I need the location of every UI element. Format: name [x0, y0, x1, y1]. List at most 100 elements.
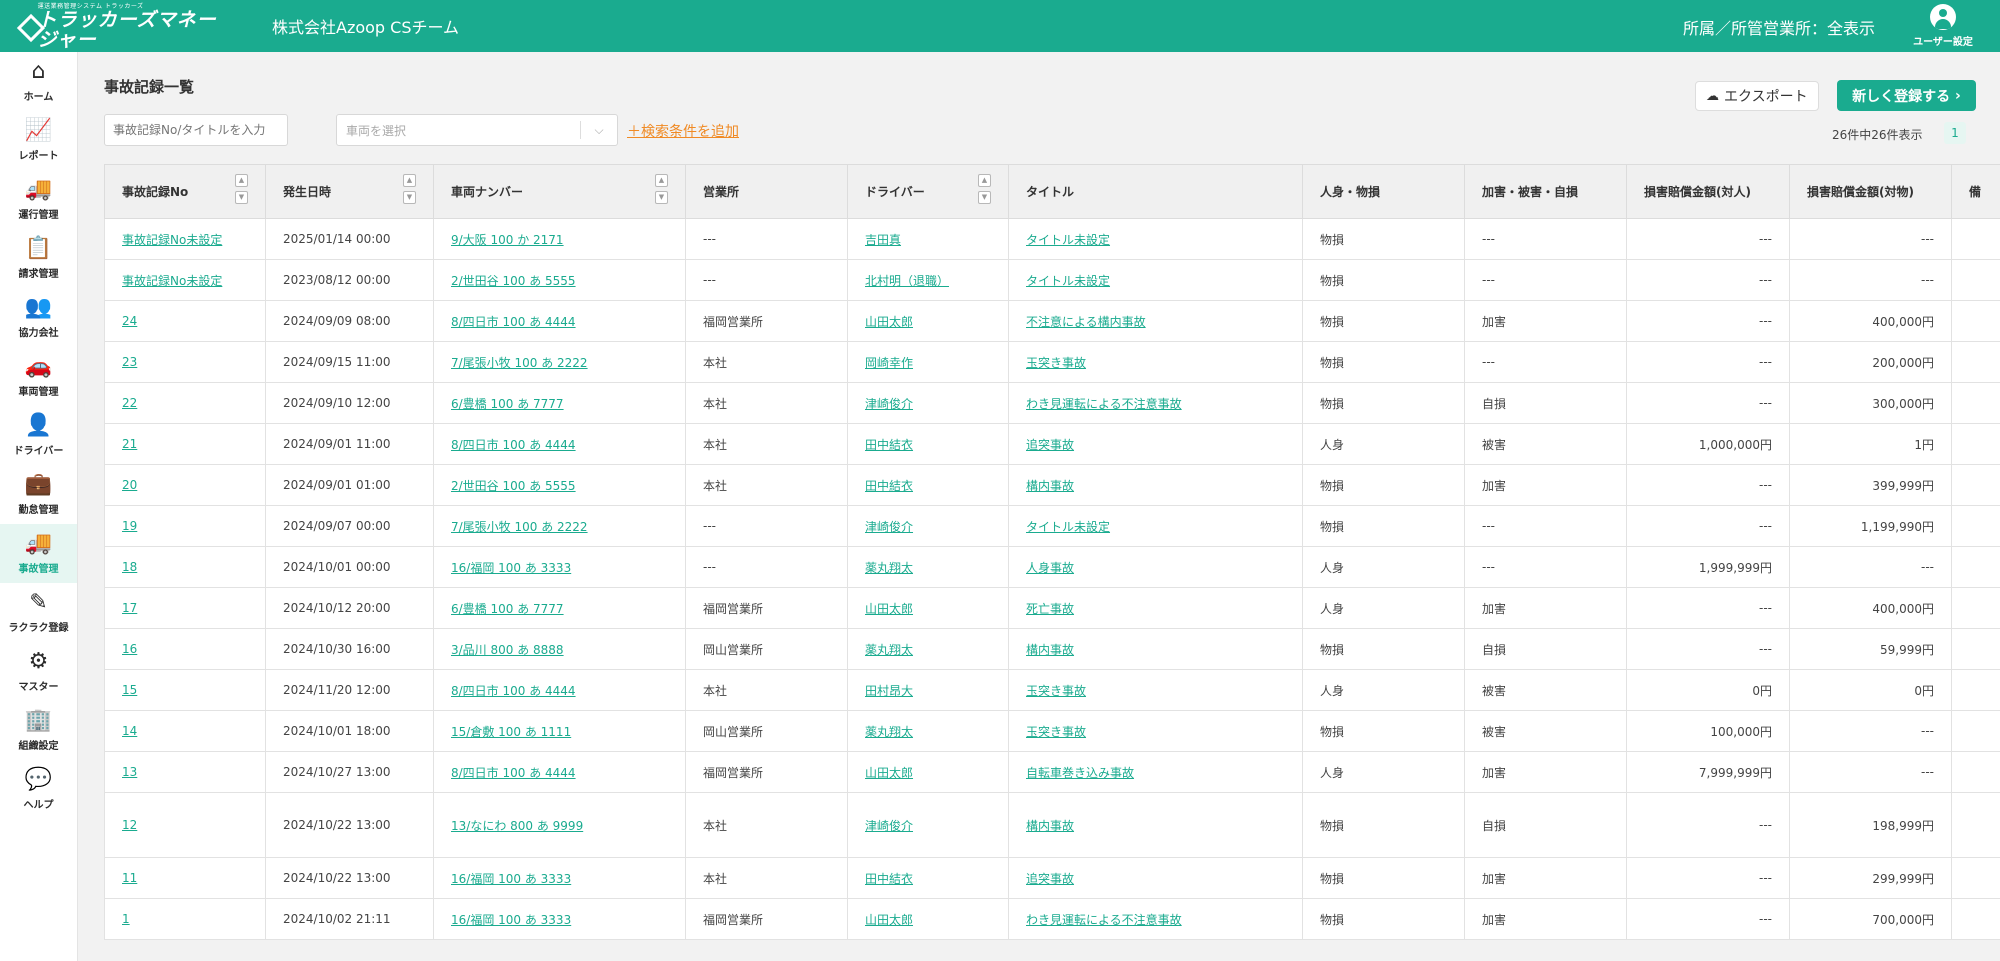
sidebar-item[interactable]: 👥 協力会社	[0, 288, 77, 347]
driver-link[interactable]: 田中結衣	[865, 479, 913, 493]
affiliation-selector[interactable]: 所属／所管営業所：全表示	[1683, 15, 1875, 39]
vehicle-number-link[interactable]: 9/大阪 100 か 2171	[451, 233, 564, 247]
sidebar-item[interactable]: 📋 請求管理	[0, 229, 77, 288]
accident-no-link[interactable]: 14	[122, 724, 137, 738]
pagination-page[interactable]: 1	[1944, 122, 1966, 144]
title-link[interactable]: 玉突き事故	[1026, 725, 1086, 739]
accident-no-link[interactable]: 24	[122, 314, 137, 328]
search-input[interactable]	[104, 114, 288, 146]
app-logo[interactable]: 運送業務管理システム トラッカーズ トラッカーズマネージャー	[18, 3, 228, 50]
title-link[interactable]: わき見運転による不注意事故	[1026, 913, 1182, 927]
table-row[interactable]: 14 2024/10/01 18:00 15/倉敷 100 あ 1111 岡山営業所 薬…	[104, 710, 2000, 752]
sidebar-item[interactable]: 📈 レポート	[0, 111, 77, 170]
table-row[interactable]: 13 2024/10/27 13:00 8/四日市 100 あ 4444 福岡営業所 山…	[104, 751, 2000, 793]
title-link[interactable]: 玉突き事故	[1026, 684, 1086, 698]
vehicle-number-link[interactable]: 8/四日市 100 あ 4444	[451, 438, 576, 452]
table-row[interactable]: 22 2024/09/10 12:00 6/豊橋 100 あ 7777 本社 津崎俊介 わ…	[104, 382, 2000, 424]
new-register-button[interactable]: 新しく登録する ›	[1837, 80, 1976, 111]
user-settings-button[interactable]: ユーザー設定	[1908, 4, 1978, 48]
sidebar-item[interactable]: 🚗 車両管理	[0, 347, 77, 406]
title-link[interactable]: 追突事故	[1026, 438, 1074, 452]
driver-link[interactable]: 吉田真	[865, 233, 901, 247]
driver-link[interactable]: 薬丸翔太	[865, 561, 913, 575]
vehicle-number-link[interactable]: 8/四日市 100 あ 4444	[451, 766, 576, 780]
driver-link[interactable]: 山田太郎	[865, 766, 913, 780]
title-link[interactable]: 玉突き事故	[1026, 356, 1086, 370]
vehicle-number-link[interactable]: 8/四日市 100 あ 4444	[451, 315, 576, 329]
title-link[interactable]: 構内事故	[1026, 643, 1074, 657]
vehicle-number-link[interactable]: 15/倉敷 100 あ 1111	[451, 725, 571, 739]
table-row[interactable]: 20 2024/09/01 01:00 2/世田谷 100 あ 5555 本社 田中結衣…	[104, 464, 2000, 506]
vehicle-number-link[interactable]: 6/豊橋 100 あ 7777	[451, 397, 564, 411]
title-link[interactable]: 不注意による構内事故	[1026, 315, 1146, 329]
sidebar-item[interactable]: ⚙ マスター	[0, 642, 77, 701]
title-link[interactable]: タイトル未設定	[1026, 520, 1110, 534]
sort-desc-icon[interactable]: ▼	[978, 191, 991, 204]
title-link[interactable]: わき見運転による不注意事故	[1026, 397, 1182, 411]
title-link[interactable]: 構内事故	[1026, 819, 1074, 833]
driver-link[interactable]: 薬丸翔太	[865, 643, 913, 657]
sidebar-item[interactable]: 💬 ヘルプ	[0, 760, 77, 819]
accident-no-link[interactable]: 16	[122, 642, 137, 656]
vehicle-number-link[interactable]: 16/福岡 100 あ 3333	[451, 872, 571, 886]
sort-desc-icon[interactable]: ▼	[655, 191, 668, 204]
driver-link[interactable]: 津崎俊介	[865, 819, 913, 833]
driver-link[interactable]: 岡崎幸作	[865, 356, 913, 370]
table-row[interactable]: 24 2024/09/09 08:00 8/四日市 100 あ 4444 福岡営業所 山…	[104, 300, 2000, 342]
table-row[interactable]: 15 2024/11/20 12:00 8/四日市 100 あ 4444 本社 田村昂大…	[104, 669, 2000, 711]
column-header[interactable]: 発生日時 ▲ ▼	[265, 164, 434, 219]
title-link[interactable]: タイトル未設定	[1026, 274, 1110, 288]
accident-no-link[interactable]: 17	[122, 601, 137, 615]
accident-no-link[interactable]: 1	[122, 912, 130, 926]
accident-no-link[interactable]: 15	[122, 683, 137, 697]
sort-asc-icon[interactable]: ▲	[235, 174, 248, 187]
table-row[interactable]: 21 2024/09/01 11:00 8/四日市 100 あ 4444 本社 田中結衣…	[104, 423, 2000, 465]
accident-no-link[interactable]: 21	[122, 437, 137, 451]
sort-asc-icon[interactable]: ▲	[655, 174, 668, 187]
column-header[interactable]: 車両ナンバー ▲ ▼	[433, 164, 686, 219]
vehicle-number-link[interactable]: 2/世田谷 100 あ 5555	[451, 274, 576, 288]
driver-link[interactable]: 田村昂大	[865, 684, 913, 698]
accident-no-link[interactable]: 19	[122, 519, 137, 533]
accident-no-link[interactable]: 18	[122, 560, 137, 574]
column-header[interactable]: 事故記録No ▲ ▼	[104, 164, 266, 219]
table-row[interactable]: 16 2024/10/30 16:00 3/品川 800 あ 8888 岡山営業所 薬丸…	[104, 628, 2000, 670]
vehicle-number-link[interactable]: 16/福岡 100 あ 3333	[451, 913, 571, 927]
sort-asc-icon[interactable]: ▲	[978, 174, 991, 187]
vehicle-number-link[interactable]: 8/四日市 100 あ 4444	[451, 684, 576, 698]
sidebar-item[interactable]: ✎ ラクラク登録	[0, 583, 77, 642]
table-row[interactable]: 11 2024/10/22 13:00 16/福岡 100 あ 3333 本社 田中結衣…	[104, 857, 2000, 899]
table-row[interactable]: 12 2024/10/22 13:00 13/なにわ 800 あ 9999 本社 津崎俊…	[104, 792, 2000, 858]
accident-no-link[interactable]: 事故記録No未設定	[122, 233, 222, 247]
sidebar-item[interactable]: 👤 ドライバー	[0, 406, 77, 465]
title-link[interactable]: 追突事故	[1026, 872, 1074, 886]
sidebar-item[interactable]: ⌂ ホーム	[0, 52, 77, 111]
driver-link[interactable]: 山田太郎	[865, 602, 913, 616]
table-row[interactable]: 17 2024/10/12 20:00 6/豊橋 100 あ 7777 福岡営業所 山田…	[104, 587, 2000, 629]
vehicle-number-link[interactable]: 2/世田谷 100 あ 5555	[451, 479, 576, 493]
column-header[interactable]: ドライバー ▲ ▼	[847, 164, 1009, 219]
accident-no-link[interactable]: 22	[122, 396, 137, 410]
driver-link[interactable]: 北村明（退職）	[865, 274, 949, 288]
accident-table-container[interactable]: 事故記録No ▲ ▼ 発生日時 ▲ ▼ 車両ナンバー ▲ ▼ 営業所 ドライバー ▲ ▼ タイトル 人身・物…	[104, 164, 2000, 961]
accident-no-link[interactable]: 23	[122, 355, 137, 369]
sort-asc-icon[interactable]: ▲	[403, 174, 416, 187]
title-link[interactable]: 人身事故	[1026, 561, 1074, 575]
table-row[interactable]: 事故記録No未設定 2023/08/12 00:00 2/世田谷 100 あ 555…	[104, 259, 2000, 301]
accident-no-link[interactable]: 20	[122, 478, 137, 492]
sort-desc-icon[interactable]: ▼	[403, 191, 416, 204]
vehicle-select[interactable]: 車両を選択 ⌵	[336, 114, 618, 146]
accident-no-link[interactable]: 13	[122, 765, 137, 779]
title-link[interactable]: 自転車巻き込み事故	[1026, 766, 1134, 780]
vehicle-number-link[interactable]: 6/豊橋 100 あ 7777	[451, 602, 564, 616]
sidebar-item[interactable]: 🚚 運行管理	[0, 170, 77, 229]
vehicle-number-link[interactable]: 3/品川 800 あ 8888	[451, 643, 564, 657]
add-search-condition-link[interactable]: ＋検索条件を追加	[627, 121, 739, 141]
vehicle-number-link[interactable]: 13/なにわ 800 あ 9999	[451, 819, 583, 833]
title-link[interactable]: 死亡事故	[1026, 602, 1074, 616]
table-row[interactable]: 1 2024/10/02 21:11 16/福岡 100 あ 3333 福岡営業所 山田…	[104, 898, 2000, 940]
driver-link[interactable]: 山田太郎	[865, 315, 913, 329]
title-link[interactable]: 構内事故	[1026, 479, 1074, 493]
accident-no-link[interactable]: 12	[122, 818, 137, 832]
export-button[interactable]: ☁ エクスポート	[1695, 81, 1819, 111]
